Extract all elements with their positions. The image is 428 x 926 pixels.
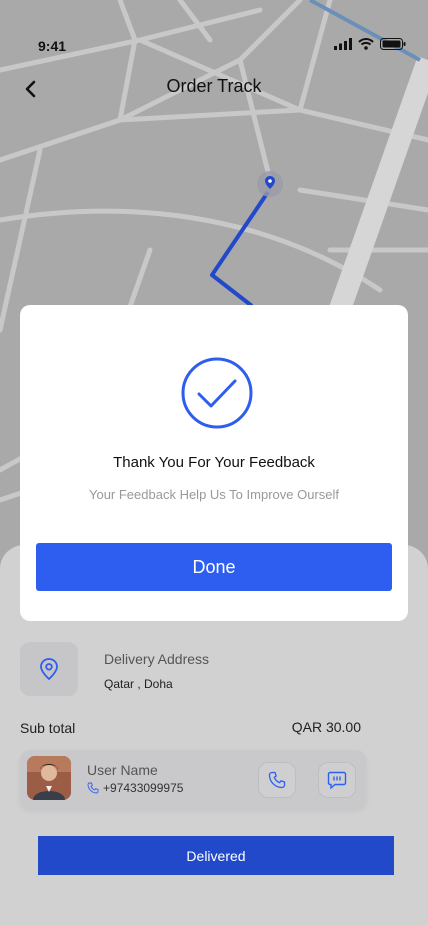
chat-button[interactable] — [318, 762, 356, 798]
location-pin-icon — [40, 658, 58, 681]
driver-phone-number: +97433099975 — [103, 781, 184, 795]
status-time: 9:41 — [38, 38, 67, 54]
avatar — [27, 756, 71, 800]
driver-card: User Name +97433099975 — [20, 750, 366, 808]
call-button[interactable] — [258, 762, 296, 798]
delivery-address-value: Qatar , Doha — [104, 677, 173, 691]
chat-icon — [327, 771, 347, 790]
battery-icon — [380, 38, 406, 50]
feedback-modal: Thank You For Your Feedback Your Feedbac… — [20, 305, 408, 621]
driver-name: User Name — [87, 762, 158, 778]
signal-icon — [334, 38, 352, 50]
wifi-icon — [358, 38, 374, 50]
modal-subtitle: Your Feedback Help Us To Improve Ourself — [88, 487, 339, 502]
delivered-button[interactable]: Delivered — [38, 836, 394, 875]
phone-icon — [268, 771, 286, 789]
address-icon-box — [20, 642, 78, 696]
page-title: Order Track — [166, 76, 262, 96]
subtotal-label: Sub total — [20, 720, 76, 736]
delivery-address-label: Delivery Address — [104, 651, 210, 667]
done-button[interactable]: Done — [36, 543, 392, 591]
app-header: Order Track — [0, 70, 428, 110]
phone-small-icon — [87, 782, 99, 794]
phone-screen: 9:41 Order Track Delivery Address Qatar … — [0, 0, 428, 926]
modal-title: Thank You For Your Feedback — [113, 454, 315, 471]
check-icon — [181, 357, 253, 429]
driver-phone: +97433099975 — [87, 781, 183, 795]
status-bar: 9:41 — [0, 0, 428, 70]
status-icons — [334, 38, 406, 50]
subtotal-value: QAR 30.00 — [291, 719, 361, 735]
